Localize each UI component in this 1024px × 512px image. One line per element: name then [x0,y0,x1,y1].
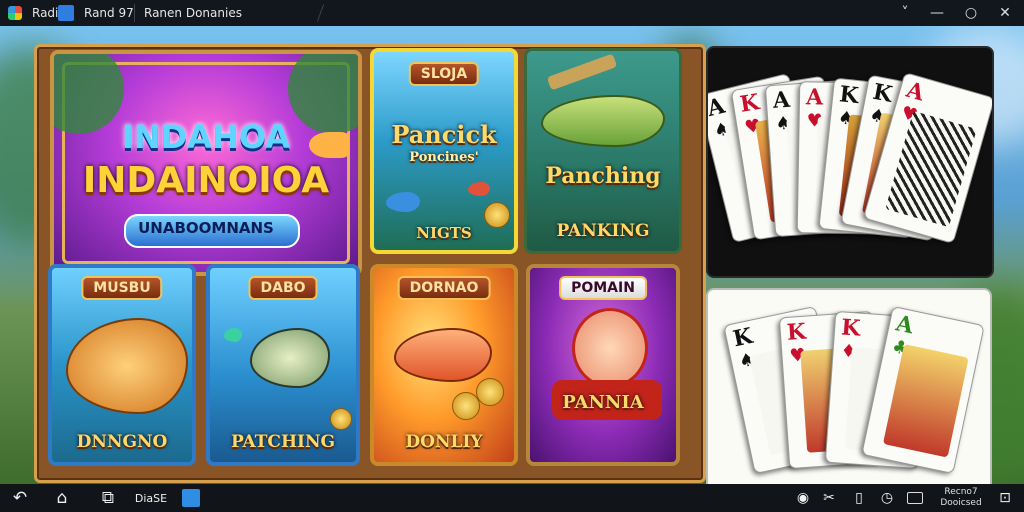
featured-game-tile[interactable]: INDAHOA INDAINOIOA UNABOOMNANS [50,50,362,276]
game-lobby: INDAHOA INDAINOIOA UNABOOMNANS SLOJA Pan… [0,26,1024,484]
card-face-art [885,110,977,228]
window-titlebar: Radi Rand 97 Ranen Donanies ˅ — ○ ✕ [0,0,1024,26]
android-navbar: ↶ ⌂ ⧉ DiaSE ◉ ✂ ▯ ◷ Recno7 Dooicsed ⊡ [0,484,1024,512]
game-tile-dornao[interactable]: DORNAO DONLIY [370,264,518,466]
maximize-button[interactable]: ○ [954,0,988,26]
restore-button[interactable]: — [920,0,954,26]
fishing-reel-icon [546,53,618,91]
home-button[interactable]: ⌂ [44,484,80,512]
coin-icon [330,408,352,430]
fish-icon [386,192,420,212]
card-game-tile-dark[interactable]: A ♠ K ♥ A ♠ A ♥ K ♠ K ♠ A ♥ [706,46,994,278]
app-logo-icon [8,0,22,26]
back-button[interactable]: ↶ [2,484,38,512]
card-rank: K [840,314,862,342]
tile-ribbon: POMAIN [559,276,647,300]
tile-ribbon: DORNAO [397,276,491,300]
tab-divider [316,4,325,22]
app-shortcut-icon[interactable] [178,484,204,512]
tile-caption: PANKING [556,221,650,241]
tab-rand[interactable]: Rand 97 [84,0,134,26]
tab-icon[interactable] [58,0,74,26]
featured-title-line1: INDAHOA [122,118,290,156]
game-tile-pomain[interactable]: POMAIN PANNIA [526,264,680,466]
recent-apps-button[interactable]: ⧉ [90,484,126,512]
keyboard-icon[interactable] [904,484,926,512]
tile-caption: PANNIA [562,392,644,413]
fish-icon [468,182,490,196]
status-line2: Dooicsed [940,498,982,508]
card-rank: K [870,78,895,108]
tile-ribbon: SLOJA [408,62,480,86]
game-tile-panching[interactable]: Panching PANKING [524,48,682,254]
card-rank: A [903,76,928,107]
card-rank: A [706,92,728,123]
card-rank: K [730,322,755,353]
tile-caption: NIGTS [416,224,472,242]
card-rank: K [738,89,762,118]
phone-icon[interactable]: ▯ [848,484,870,512]
card-game-tile-light[interactable]: K ♠ K ♥ K ♦ A ♣ [706,288,992,484]
status-line1: Recno7 [944,487,978,497]
window-title: Radi [32,6,59,20]
game-tile-dabo[interactable]: DABO PATCHING [206,264,360,466]
tile-caption: DONLIY [405,432,483,452]
fish-icon [541,95,665,147]
catfish-icon [66,318,188,414]
fish-icon [394,328,492,382]
status-text: Recno7 Dooicsed [934,487,988,509]
tile-ribbon: MUSBU [81,276,163,300]
mascot-face-icon [572,308,648,388]
game-tile-musbu[interactable]: MUSBU DNNGNO [48,264,196,466]
tile-subtitle: Poncines' [409,150,479,165]
fish-icon [224,328,242,342]
tab-donanies[interactable]: Ranen Donanies [144,0,242,26]
tile-ribbon: DABO [248,276,318,300]
screen-icon[interactable]: ⊡ [994,484,1016,512]
tile-caption: PATCHING [230,432,336,452]
minimize-button[interactable]: ˅ [888,0,922,26]
card-face-art [882,344,969,458]
card-rank: K [786,318,807,346]
featured-subtitle: UNABOOMNANS [138,219,274,237]
eye-icon[interactable]: ◉ [792,484,814,512]
featured-title-line2: INDAINOIOA [82,160,330,201]
game-tile-sloja[interactable]: SLOJA Pancick Poncines' NIGTS [370,48,518,254]
fish-icon [250,328,330,388]
tab-divider [134,4,135,22]
tile-title: Pancick [391,120,497,149]
card-rank: A [893,310,916,340]
clock-icon[interactable]: ◷ [876,484,898,512]
card-rank: A [772,86,791,114]
taskbar-label: DiaSE [134,491,168,505]
close-button[interactable]: ✕ [988,0,1022,26]
coin-icon [484,202,510,228]
card-rank: A [805,84,824,111]
tile-caption: DNNGNO [76,432,168,452]
scissors-icon[interactable]: ✂ [818,484,840,512]
coin-stack-icon [476,378,504,406]
tile-title: Panching [545,163,661,189]
card-rank: K [838,81,860,110]
